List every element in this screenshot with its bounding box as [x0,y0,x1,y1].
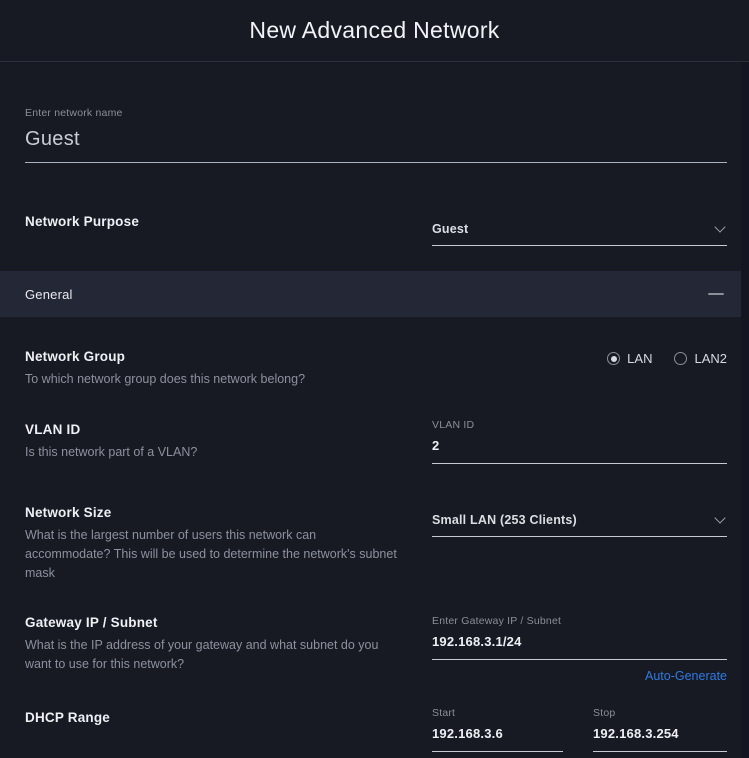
dhcp-stop-field: Stop [593,707,727,752]
vlan-id-field: VLAN ID [432,419,727,464]
radio-selected-icon[interactable] [607,352,621,365]
network-name-label: Enter network name [25,107,123,119]
dhcp-start-input[interactable] [432,719,563,752]
collapse-minus-icon[interactable] [708,293,724,295]
radio-option-lan2[interactable]: LAN2 [674,351,727,366]
network-name-input[interactable] [25,119,727,163]
radio-option-lan[interactable]: LAN [607,351,652,366]
network-group-row: Network Group To which network group doe… [25,349,727,389]
network-size-value: Small LAN (253 Clients) [432,513,577,527]
vlan-id-label: VLAN ID [25,422,81,437]
vlan-id-row: VLAN ID Is this network part of a VLAN? … [25,419,727,464]
section-general-title: General [25,286,73,302]
chevron-down-icon [714,221,726,233]
gateway-label: Gateway IP / Subnet [25,615,158,630]
radio-label-lan: LAN [627,351,653,366]
network-purpose-label: Network Purpose [25,214,140,229]
network-purpose-value: Guest [432,222,469,236]
dhcp-stop-input[interactable] [593,719,727,752]
page-title: New Advanced Network [249,17,500,43]
network-purpose-select[interactable]: Guest [432,221,727,246]
network-purpose-row: Network Purpose Guest [25,211,727,246]
gateway-input[interactable] [432,627,727,660]
dhcp-range-row: DHCP Range Start Stop Auto-Configure [25,707,727,758]
dialog-header: New Advanced Network [0,0,749,62]
section-general-header[interactable]: General [0,271,741,317]
network-size-label: Network Size [25,505,112,520]
gateway-row: Gateway IP / Subnet What is the IP addre… [25,615,727,683]
dialog-body: Enter network name Network Purpose Guest… [0,107,749,758]
chevron-down-icon [714,512,726,524]
network-group-label: Network Group [25,349,126,364]
network-size-description: What is the largest number of users this… [25,528,397,580]
dhcp-start-label: Start [432,707,456,719]
radio-unselected-icon[interactable] [674,352,688,365]
gateway-description: What is the IP address of your gateway a… [25,638,379,671]
dhcp-range-fields: Start Stop [432,707,727,752]
gateway-field-label: Enter Gateway IP / Subnet [432,615,562,627]
vlan-id-input[interactable] [432,431,727,464]
dhcp-range-label: DHCP Range [25,710,111,725]
radio-label-lan2: LAN2 [694,351,727,366]
gateway-field: Enter Gateway IP / Subnet [432,615,727,660]
network-group-description: To which network group does this network… [25,372,306,386]
network-group-options: LAN LAN2 [432,349,727,366]
dhcp-start-field: Start [432,707,563,752]
vlan-id-description: Is this network part of a VLAN? [25,445,198,459]
auto-generate-link[interactable]: Auto-Generate [432,669,727,683]
network-size-row: Network Size What is the largest number … [25,505,727,583]
network-name-field: Enter network name [25,107,727,163]
new-advanced-network-dialog: New Advanced Network Enter network name … [0,0,749,758]
dhcp-stop-label: Stop [593,707,616,719]
network-size-select[interactable]: Small LAN (253 Clients) [432,512,727,537]
vlan-id-field-label: VLAN ID [432,419,475,431]
